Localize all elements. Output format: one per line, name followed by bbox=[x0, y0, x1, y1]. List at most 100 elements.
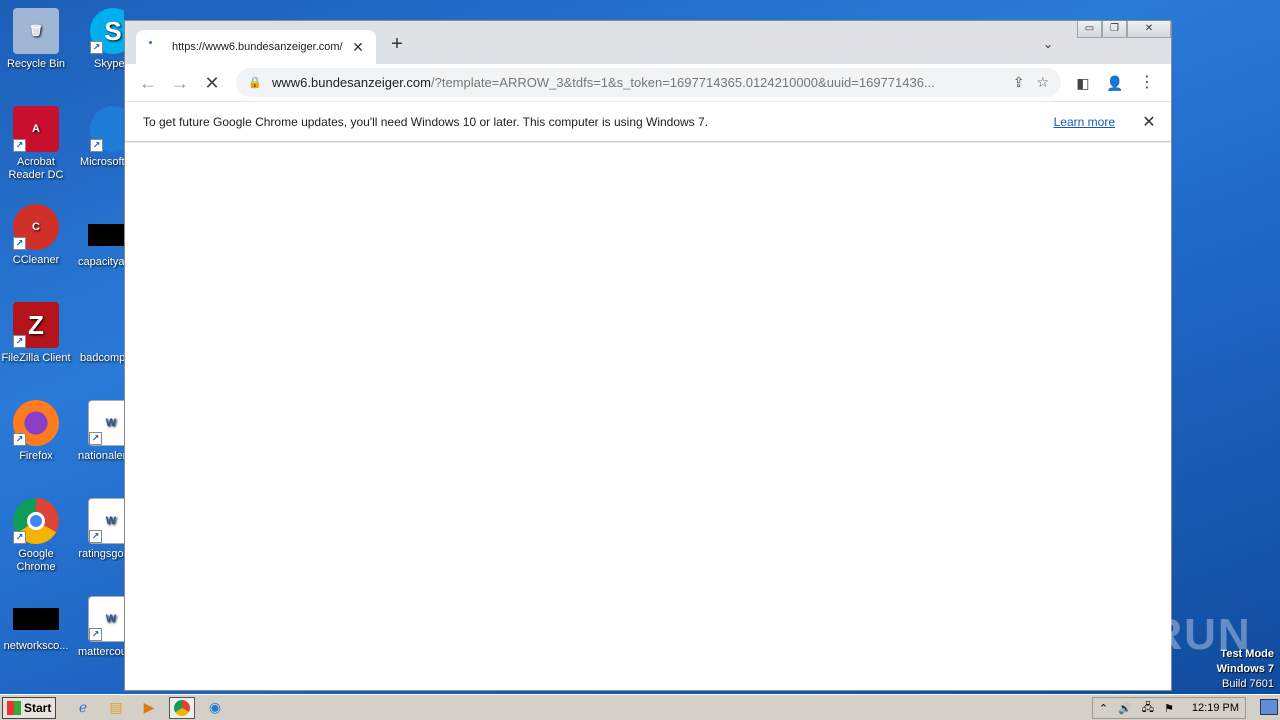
tab-strip: https://www6.bundesanzeiger.com/ ✕ + ⌄ ▭… bbox=[125, 21, 1171, 64]
new-tab-button[interactable]: + bbox=[387, 34, 407, 54]
back-button[interactable]: ← bbox=[137, 72, 159, 94]
tray-expand-icon[interactable]: ⌃ bbox=[1099, 702, 1108, 715]
desktop-icon-label: Microsoft bbox=[80, 156, 124, 168]
recycle-bin-icon: 🗑 bbox=[13, 8, 59, 54]
tab-search-chevron-icon[interactable]: ⌄ bbox=[1043, 37, 1053, 51]
firefox-icon: ↗ bbox=[13, 400, 59, 446]
url-text[interactable]: www6.bundesanzeiger.com/?template=ARROW_… bbox=[272, 75, 1001, 90]
stop-loading-button[interactable]: ✕ bbox=[201, 72, 223, 94]
desktop-icon-capacitya[interactable]: capacitya bbox=[72, 224, 124, 269]
volume-icon[interactable]: 🔊 bbox=[1118, 702, 1132, 715]
desktop-icon-edge[interactable]: ↗ Microsoft bbox=[72, 106, 124, 169]
desktop-icon-acrobat[interactable]: A ↗ Acrobat Reader DC bbox=[0, 106, 72, 182]
minimize-button[interactable]: ▭ bbox=[1077, 21, 1102, 38]
taskbar-edge-icon[interactable]: ◉ bbox=[202, 697, 228, 719]
page-content bbox=[125, 143, 1171, 690]
shortcut-arrow-icon: ↗ bbox=[13, 433, 26, 446]
build-text: Build 7601 bbox=[1222, 678, 1274, 690]
skype-icon: S ↗ bbox=[90, 8, 124, 54]
taskbar-chrome-icon[interactable] bbox=[169, 696, 195, 719]
window-close-button[interactable]: ✕ bbox=[1127, 21, 1171, 38]
window-controls: ▭ ❐ ✕ bbox=[1077, 21, 1171, 38]
infobar-message: To get future Google Chrome updates, you… bbox=[143, 114, 709, 129]
bookmark-star-icon[interactable]: ☆ bbox=[1036, 74, 1049, 91]
blank-file-icon bbox=[13, 608, 59, 630]
filezilla-icon: Z ↗ bbox=[13, 302, 59, 348]
menu-kebab-icon[interactable]: ⋮ bbox=[1136, 72, 1158, 94]
tab-active[interactable]: https://www6.bundesanzeiger.com/ ✕ bbox=[136, 30, 376, 64]
desktop-icon-label: CCleaner bbox=[12, 254, 60, 266]
os-text: Windows 7 bbox=[1216, 663, 1274, 675]
start-label: Start bbox=[24, 700, 52, 715]
desktop-icon-skype[interactable]: S ↗ Skype bbox=[72, 8, 124, 71]
lock-icon[interactable]: 🔒 bbox=[248, 76, 262, 89]
chrome-icon: ↗ bbox=[13, 498, 59, 544]
desktop-icon-label: networksco... bbox=[3, 640, 69, 652]
desktop-icon-nationaler[interactable]: W ↗ nationaler bbox=[72, 400, 124, 463]
desktop-icon-label: mattercou bbox=[78, 646, 124, 658]
desktop-icon-filezilla[interactable]: Z ↗ FileZilla Client bbox=[0, 302, 72, 365]
forward-button[interactable]: → bbox=[169, 72, 191, 94]
shortcut-arrow-icon: ↗ bbox=[13, 139, 26, 152]
desktop-icon-chrome[interactable]: ↗ Google Chrome bbox=[0, 498, 72, 574]
desktop-icon-label: Recycle Bin bbox=[6, 58, 66, 70]
desktop-icon-label: Google Chrome bbox=[16, 548, 56, 573]
word-doc-icon: W ↗ bbox=[88, 596, 124, 642]
desktop-icon-label: ratingsgo bbox=[78, 548, 124, 560]
taskbar-explorer-icon[interactable]: ▤ bbox=[103, 697, 129, 719]
shortcut-arrow-icon: ↗ bbox=[89, 530, 102, 543]
shortcut-arrow-icon: ↗ bbox=[90, 139, 103, 152]
shortcut-arrow-icon: ↗ bbox=[13, 335, 26, 348]
start-button[interactable]: Start bbox=[2, 696, 56, 719]
shortcut-arrow-icon: ↗ bbox=[13, 531, 26, 544]
restore-button[interactable]: ❐ bbox=[1102, 21, 1127, 38]
side-panel-icon[interactable]: ◧ bbox=[1072, 72, 1094, 94]
edge-icon: ↗ bbox=[90, 106, 124, 152]
clock[interactable]: 12:19 PM bbox=[1192, 702, 1239, 714]
network-icon[interactable]: 🖧 bbox=[1142, 699, 1154, 718]
desktop-icon-badcomp[interactable]: badcomp bbox=[72, 352, 124, 365]
desktop-icon-label: FileZilla Client bbox=[1, 352, 71, 364]
system-tray: ⌃ 🔊 🖧 ⚑ 12:19 PM bbox=[1091, 697, 1246, 719]
desktop-icon-networksco[interactable]: networksco... bbox=[0, 608, 72, 653]
taskbar-ie-icon[interactable]: ℯ bbox=[70, 697, 96, 719]
acrobat-icon: A ↗ bbox=[13, 106, 59, 152]
profile-avatar-icon[interactable]: 👤 bbox=[1104, 72, 1126, 94]
desktop-icon-firefox[interactable]: ↗ Firefox bbox=[0, 400, 72, 463]
update-infobar: To get future Google Chrome updates, you… bbox=[125, 101, 1171, 142]
desktop-icon-label: Firefox bbox=[19, 450, 53, 462]
blank-file-icon bbox=[88, 224, 124, 246]
desktop-icon-label: capacitya bbox=[78, 256, 124, 268]
windows-flag-icon bbox=[7, 700, 21, 715]
infobar-close-icon[interactable]: ✕ bbox=[1139, 112, 1159, 132]
share-icon[interactable]: ⇪ bbox=[1013, 74, 1025, 91]
address-bar[interactable]: 🔒 www6.bundesanzeiger.com/?template=ARRO… bbox=[236, 68, 1061, 97]
test-mode-text: Test Mode bbox=[1220, 648, 1274, 660]
desktop-icon-ratingsgo[interactable]: W ↗ ratingsgo bbox=[72, 498, 124, 561]
shortcut-arrow-icon: ↗ bbox=[89, 432, 102, 445]
test-mode-label: Test Mode Windows 7 Build 7601 bbox=[1217, 647, 1274, 692]
tab-close-button[interactable]: ✕ bbox=[350, 39, 366, 56]
action-center-flag-icon[interactable]: ⚑ bbox=[1164, 702, 1174, 715]
taskbar-media-player-icon[interactable]: ▶ bbox=[136, 697, 162, 719]
shortcut-arrow-icon: ↗ bbox=[90, 41, 103, 54]
desktop-icon-label: nationaler bbox=[78, 450, 124, 462]
desktop-icon-mattercou[interactable]: W ↗ mattercou bbox=[72, 596, 124, 659]
show-desktop-button[interactable] bbox=[1260, 699, 1278, 715]
desktop-icon-label: Skype bbox=[94, 58, 124, 70]
shortcut-arrow-icon: ↗ bbox=[13, 237, 26, 250]
browser-toolbar: ← → ✕ 🔒 www6.bundesanzeiger.com/?templat… bbox=[125, 64, 1171, 101]
learn-more-link[interactable]: Learn more bbox=[1054, 115, 1115, 129]
desktop-icon-label: badcomp bbox=[80, 352, 124, 364]
ccleaner-icon: C ↗ bbox=[13, 204, 59, 250]
word-doc-icon: W ↗ bbox=[88, 498, 124, 544]
desktop-icon-ccleaner[interactable]: C ↗ CCleaner bbox=[0, 204, 72, 267]
loading-favicon-icon bbox=[146, 39, 162, 55]
shortcut-arrow-icon: ↗ bbox=[89, 628, 102, 641]
desktop-icon-label: Acrobat Reader DC bbox=[8, 156, 64, 181]
chrome-window: https://www6.bundesanzeiger.com/ ✕ + ⌄ ▭… bbox=[124, 20, 1172, 691]
url-host: www6.bundesanzeiger.com bbox=[272, 75, 431, 90]
taskbar: Start ℯ ▤ ▶ ◉ ⌃ 🔊 🖧 ⚑ 12:19 PM bbox=[0, 694, 1280, 720]
word-doc-icon: W ↗ bbox=[88, 400, 124, 446]
desktop-icon-recycle-bin[interactable]: 🗑 Recycle Bin bbox=[0, 8, 72, 71]
